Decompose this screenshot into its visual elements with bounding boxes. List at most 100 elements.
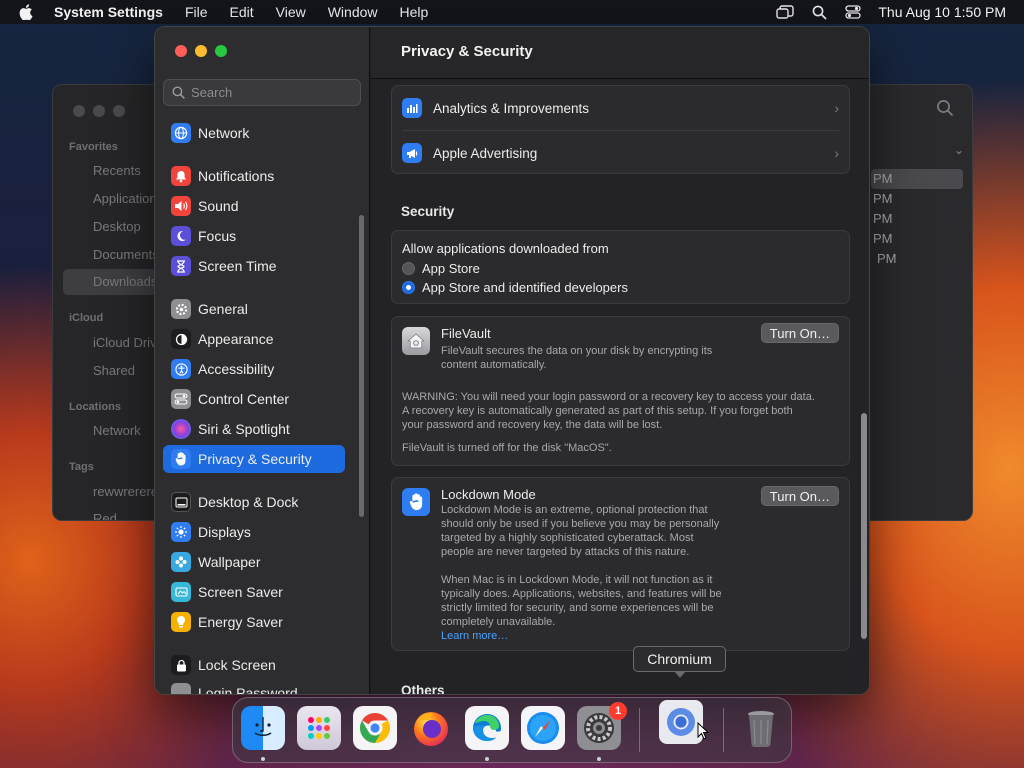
sidebar-item-label: Desktop & Dock	[198, 494, 299, 510]
search-input[interactable]	[191, 85, 351, 100]
finder-item-recents[interactable]: Recents	[93, 163, 141, 178]
running-indicator	[597, 757, 601, 761]
allow-apps-card: Allow applications downloaded from App S…	[391, 230, 850, 304]
table-row[interactable]: PM	[871, 189, 963, 209]
sidebar-item-appearance[interactable]: Appearance	[163, 325, 345, 353]
sidebar-item-label: Focus	[198, 228, 237, 244]
sidebar-item-desktop-dock[interactable]: Desktop & Dock	[163, 488, 345, 516]
table-row[interactable]: PM	[871, 169, 963, 189]
filevault-warning: WARNING: You will need your login passwo…	[402, 391, 815, 431]
menu-bar-clock[interactable]: Thu Aug 10 1:50 PM	[870, 4, 1024, 20]
filevault-card: FileVault FileVault secures the data on …	[391, 316, 850, 466]
sidebar-item-label: Screen Saver	[198, 584, 283, 600]
radio-label: App Store and identified developers	[422, 280, 628, 295]
sidebar-item-login-password[interactable]: Login Password	[163, 679, 345, 694]
settings-search-field[interactable]	[163, 79, 361, 106]
sidebar-item-network[interactable]: Network	[163, 119, 345, 147]
dock-separator	[723, 708, 724, 752]
minimize-button[interactable]	[195, 45, 207, 57]
zoom-button[interactable]	[215, 45, 227, 57]
running-indicator	[485, 757, 489, 761]
globe-icon	[171, 123, 191, 143]
help-menu[interactable]: Help	[389, 4, 440, 20]
dock: 1	[232, 697, 792, 763]
firefox-icon[interactable]	[409, 706, 453, 750]
apple-advertising-row[interactable]: Apple Advertising ›	[402, 131, 839, 175]
table-row[interactable]: PM	[871, 229, 963, 249]
table-row[interactable]: PM	[871, 209, 963, 229]
spotlight-search-icon[interactable]	[802, 0, 836, 24]
sidebar-item-privacy-security[interactable]: Privacy & Security	[163, 445, 345, 473]
launchpad-icon[interactable]	[297, 706, 341, 750]
view-menu[interactable]: View	[265, 4, 317, 20]
sidebar-item-siri-spotlight[interactable]: Siri & Spotlight	[163, 415, 345, 443]
finder-item-network[interactable]: Network	[93, 423, 141, 438]
lockdown-turn-on-button[interactable]: Turn On…	[760, 486, 839, 506]
table-row[interactable]: PM	[871, 249, 963, 269]
finder-zoom-button[interactable]	[113, 105, 125, 117]
dock-separator	[639, 708, 640, 752]
trash-icon[interactable]	[739, 706, 783, 750]
app-menu[interactable]: System Settings	[52, 4, 174, 20]
hourglass-icon	[171, 256, 191, 276]
radio-button-selected[interactable]	[402, 281, 415, 294]
chevron-down-icon[interactable]: ⌄	[954, 143, 964, 157]
window-menu[interactable]: Window	[317, 4, 389, 20]
finder-minimize-button[interactable]	[93, 105, 105, 117]
control-center-icon[interactable]	[836, 0, 870, 24]
lockdown-description: Lockdown Mode is an extreme, optional pr…	[441, 504, 720, 558]
lock-icon	[171, 655, 191, 675]
sidebar-item-accessibility[interactable]: Accessibility	[163, 355, 345, 383]
screen-mirroring-icon[interactable]	[768, 0, 802, 24]
finder-item-documents[interactable]: Documents	[93, 247, 159, 262]
sidebar-item-control-center[interactable]: Control Center	[163, 385, 345, 413]
sidebar-item-screen-saver[interactable]: Screen Saver	[163, 578, 345, 606]
sidebar-item-sound[interactable]: Sound	[163, 192, 345, 220]
sidebar-item-screen-time[interactable]: Screen Time	[163, 252, 345, 280]
chrome-icon[interactable]	[353, 706, 397, 750]
sidebar-item-label: Notifications	[198, 168, 275, 184]
sidebar-scrollbar[interactable]	[359, 215, 364, 517]
analytics-improvements-row[interactable]: Analytics & Improvements ›	[402, 86, 839, 130]
pane-header: Privacy & Security	[371, 27, 869, 79]
sidebar-item-label: Privacy & Security	[198, 451, 312, 467]
sidebar-item-notifications[interactable]: Notifications	[163, 162, 345, 190]
radio-button[interactable]	[402, 262, 415, 275]
finder-item-applications[interactable]: Applications	[93, 191, 163, 206]
finder-item-tag[interactable]: rewwrerere	[93, 484, 158, 499]
filevault-turn-on-button[interactable]: Turn On…	[760, 323, 839, 343]
finder-item-desktop[interactable]: Desktop	[93, 219, 141, 234]
finder-close-button[interactable]	[73, 105, 85, 117]
gear-icon	[171, 299, 191, 319]
sidebar-item-energy-saver[interactable]: Energy Saver	[163, 608, 345, 636]
finder-section-tags: Tags	[69, 461, 94, 473]
edit-menu[interactable]: Edit	[219, 4, 265, 20]
hand-icon	[171, 449, 191, 469]
sidebar-item-displays[interactable]: Displays	[163, 518, 345, 546]
finder-item-shared[interactable]: Shared	[93, 363, 135, 378]
key-icon	[171, 683, 191, 694]
safari-icon[interactable]	[521, 706, 565, 750]
pane-scrollbar[interactable]	[861, 413, 867, 639]
lockdown-description-2: When Mac is in Lockdown Mode, it will no…	[441, 574, 722, 643]
radio-app-store[interactable]: App Store	[402, 261, 480, 276]
sidebar-item-wallpaper[interactable]: Wallpaper	[163, 548, 345, 576]
filevault-status: FileVault is turned off for the disk "Ma…	[402, 442, 612, 454]
settings-sidebar-list: Network Notifications Sound Focus Screen…	[163, 119, 353, 694]
finder-icon[interactable]	[241, 706, 285, 750]
sidebar-item-lock-screen[interactable]: Lock Screen	[163, 651, 345, 679]
filevault-house-icon	[402, 327, 430, 355]
file-menu[interactable]: File	[174, 4, 219, 20]
radio-app-store-identified[interactable]: App Store and identified developers	[402, 280, 628, 295]
finder-item-tag[interactable]: Red	[93, 511, 117, 520]
apple-menu-icon[interactable]	[0, 4, 52, 20]
learn-more-link[interactable]: Learn more…	[441, 629, 722, 643]
sidebar-item-focus[interactable]: Focus	[163, 222, 345, 250]
chevron-right-icon: ›	[834, 145, 839, 161]
edge-icon[interactable]	[465, 706, 509, 750]
sidebar-item-general[interactable]: General	[163, 295, 345, 323]
close-button[interactable]	[175, 45, 187, 57]
privacy-security-pane: Privacy & Security Analytics & Improveme…	[371, 27, 869, 694]
finder-search-icon[interactable]	[936, 99, 954, 122]
sidebar-item-label: Accessibility	[198, 361, 275, 377]
